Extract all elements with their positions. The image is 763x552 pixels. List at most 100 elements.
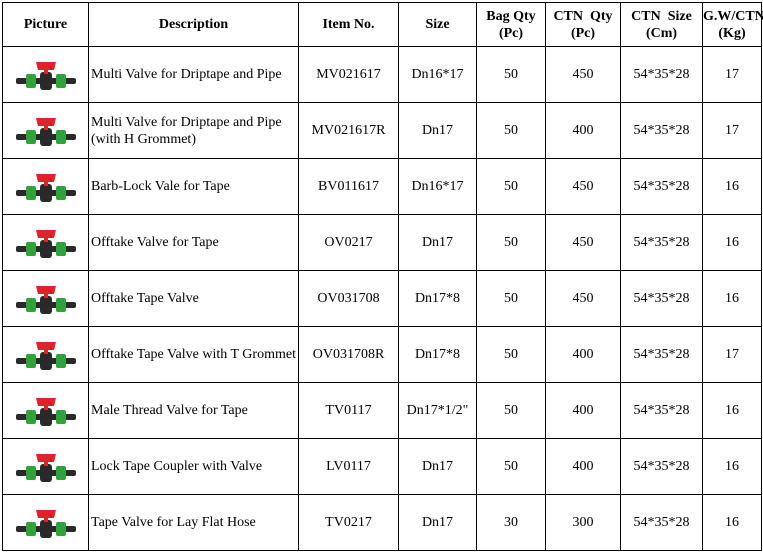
description-cell: Offtake Tape Valve with T Grommet [88,326,299,383]
ctn-size-cell: 54*35*28 [620,214,703,271]
picture-cell [2,214,89,271]
description-cell: Multi Valve for Driptape and Pipe [88,46,299,103]
table-row: Offtake Tape Valve OV031708 Dn17*8 50 450 54*… [2,270,762,327]
table-row: Male Thread Valve for Tape TV0117 Dn17*1/2… [2,382,762,439]
header-gw-line2: (Kg) [718,25,746,41]
picture-cell [2,46,89,103]
picture-cell [2,494,89,551]
picture-cell [2,326,89,383]
header-ctn-size-line1: CTN Size [631,8,692,24]
size-cell: Dn17 [398,214,477,271]
item-no-cell: MV021617 [298,46,399,103]
ctn-size-cell: 54*35*28 [620,270,703,327]
size-cell: Dn17*1/2" [398,382,477,439]
item-no-cell: OV031708R [298,326,399,383]
size-cell: Dn17*8 [398,270,477,327]
description-cell: Offtake Tape Valve [88,270,299,327]
ctn-size-cell: 54*35*28 [620,326,703,383]
valve-icon [3,159,88,214]
table-row: Offtake Tape Valve with T Grommet OV03170… [2,326,762,383]
bag-qty-cell: 30 [476,494,546,551]
ctn-qty-cell: 300 [545,494,621,551]
ctn-qty-cell: 400 [545,326,621,383]
picture-cell [2,382,89,439]
size-cell: Dn17 [398,438,477,495]
header-size: Size [398,2,477,47]
header-gw: G.W/CTN (Kg) [702,2,763,47]
valve-icon [3,103,88,158]
table-row: Multi Valve for Driptape and Pipe MV02161… [2,46,762,103]
header-row: Picture Description Item No. Size Bag Qt… [2,2,763,47]
bag-qty-cell: 50 [476,158,546,215]
item-no-cell: TV0217 [298,494,399,551]
valve-icon [3,47,88,102]
description-cell: Offtake Valve for Tape [88,214,299,271]
ctn-size-cell: 54*35*28 [620,102,703,159]
picture-cell [2,102,89,159]
valve-icon [3,383,88,438]
size-cell: Dn17*8 [398,326,477,383]
item-no-cell: LV0117 [298,438,399,495]
header-ctn-qty-line2: (Pc) [570,25,596,41]
description-cell: Male Thread Valve for Tape [88,382,299,439]
description-cell: Tape Valve for Lay Flat Hose [88,494,299,551]
item-no-cell: OV031708 [298,270,399,327]
gw-cell: 16 [702,158,762,215]
table-row: Offtake Valve for Tape OV0217 Dn17 50 450 54*… [2,214,762,271]
header-bag-qty: Bag Qty (Pc) [476,2,546,47]
header-picture: Picture [2,2,89,47]
table-row: Barb-Lock Vale for Tape BV011617 Dn16*17 50… [2,158,762,215]
description-cell: Multi Valve for Driptape and Pipe (with … [88,102,299,159]
item-no-cell: MV021617R [298,102,399,159]
header-gw-line1: G.W/CTN [703,8,763,24]
size-cell: Dn17 [398,102,477,159]
valve-icon [3,327,88,382]
ctn-size-cell: 54*35*28 [620,382,703,439]
gw-cell: 16 [702,382,762,439]
item-no-cell: BV011617 [298,158,399,215]
header-ctn-size: CTN Size (Cm) [620,2,703,47]
size-cell: Dn17 [398,494,477,551]
ctn-size-cell: 54*35*28 [620,46,703,103]
gw-cell: 17 [702,102,762,159]
gw-cell: 16 [702,438,762,495]
valve-icon [3,439,88,494]
item-no-cell: OV0217 [298,214,399,271]
gw-cell: 17 [702,326,762,383]
gw-cell: 16 [702,270,762,327]
bag-qty-cell: 50 [476,214,546,271]
header-ctn-size-line2: (Cm) [645,25,678,41]
ctn-qty-cell: 450 [545,46,621,103]
table-row: Lock Tape Coupler with Valve LV0117 Dn17 50… [2,438,762,495]
bag-qty-cell: 50 [476,102,546,159]
header-bag-qty-line2: (Pc) [498,25,524,41]
table-row: Multi Valve for Driptape and Pipe (with … [2,102,762,159]
gw-cell: 16 [702,494,762,551]
ctn-qty-cell: 400 [545,102,621,159]
ctn-qty-cell: 400 [545,382,621,439]
size-cell: Dn16*17 [398,158,477,215]
bag-qty-cell: 50 [476,382,546,439]
description-cell: Lock Tape Coupler with Valve [88,438,299,495]
header-ctn-qty-line1: CTN Qty [553,8,613,24]
item-no-cell: TV0117 [298,382,399,439]
description-cell: Barb-Lock Vale for Tape [88,158,299,215]
ctn-qty-cell: 450 [545,214,621,271]
valve-icon [3,271,88,326]
ctn-qty-cell: 400 [545,438,621,495]
ctn-size-cell: 54*35*28 [620,494,703,551]
gw-cell: 17 [702,46,762,103]
picture-cell [2,438,89,495]
ctn-size-cell: 54*35*28 [620,158,703,215]
picture-cell [2,270,89,327]
bag-qty-cell: 50 [476,326,546,383]
picture-cell [2,158,89,215]
bag-qty-cell: 50 [476,438,546,495]
valve-icon [3,215,88,270]
ctn-qty-cell: 450 [545,158,621,215]
header-bag-qty-line1: Bag Qty [486,8,536,24]
bag-qty-cell: 50 [476,270,546,327]
ctn-qty-cell: 450 [545,270,621,327]
valve-icon [3,495,88,550]
gw-cell: 16 [702,214,762,271]
